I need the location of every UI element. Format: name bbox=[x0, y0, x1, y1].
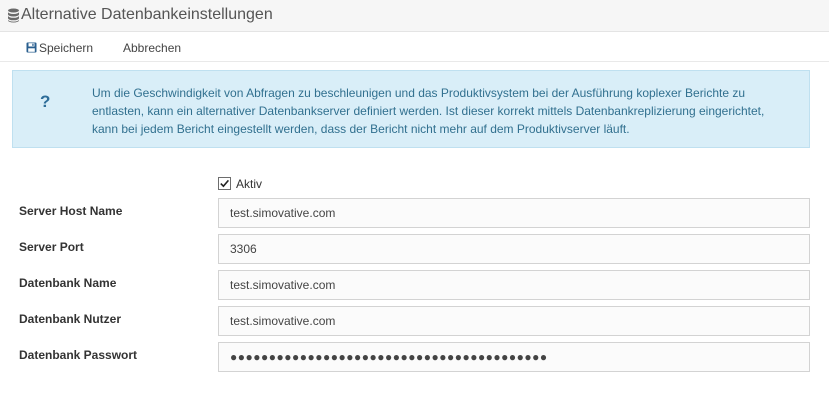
database-user-label: Datenbank Nutzer bbox=[19, 312, 122, 326]
server-port-label: Server Port bbox=[19, 240, 84, 254]
floppy-disk-icon bbox=[26, 42, 37, 53]
active-label: Aktiv bbox=[236, 177, 263, 191]
database-password-input[interactable]: ●●●●●●●●●●●●●●●●●●●●●●●●●●●●●●●●●●●●●●●●… bbox=[218, 342, 810, 372]
checkmark-icon bbox=[220, 179, 230, 188]
database-name-label: Datenbank Name bbox=[19, 276, 117, 290]
database-password-label: Datenbank Passwort bbox=[19, 348, 138, 362]
question-mark-icon: ? bbox=[40, 92, 51, 111]
title-bar: Alternative Datenbankeinstellungen bbox=[0, 0, 829, 32]
server-port-input[interactable]: 3306 bbox=[218, 234, 810, 264]
toolbar: Speichern Abbrechen bbox=[0, 33, 829, 62]
active-checkbox[interactable] bbox=[218, 177, 231, 190]
cancel-button[interactable]: Abbrechen bbox=[123, 40, 181, 56]
database-name-input[interactable]: test.simovative.com bbox=[218, 270, 810, 300]
save-button[interactable]: Speichern bbox=[26, 40, 93, 56]
database-user-input[interactable]: test.simovative.com bbox=[218, 306, 810, 336]
database-icon bbox=[8, 8, 19, 23]
server-host-label: Server Host Name bbox=[19, 204, 123, 218]
info-text: Um die Geschwindigkeit von Abfragen zu b… bbox=[92, 86, 765, 136]
info-box: ? Um die Geschwindigkeit von Abfragen zu… bbox=[12, 70, 810, 148]
server-host-input[interactable]: test.simovative.com bbox=[218, 198, 810, 228]
password-mask: ●●●●●●●●●●●●●●●●●●●●●●●●●●●●●●●●●●●●●●●●… bbox=[230, 350, 548, 364]
save-label: Speichern bbox=[39, 41, 94, 55]
window-title: Alternative Datenbankeinstellungen bbox=[21, 6, 273, 23]
